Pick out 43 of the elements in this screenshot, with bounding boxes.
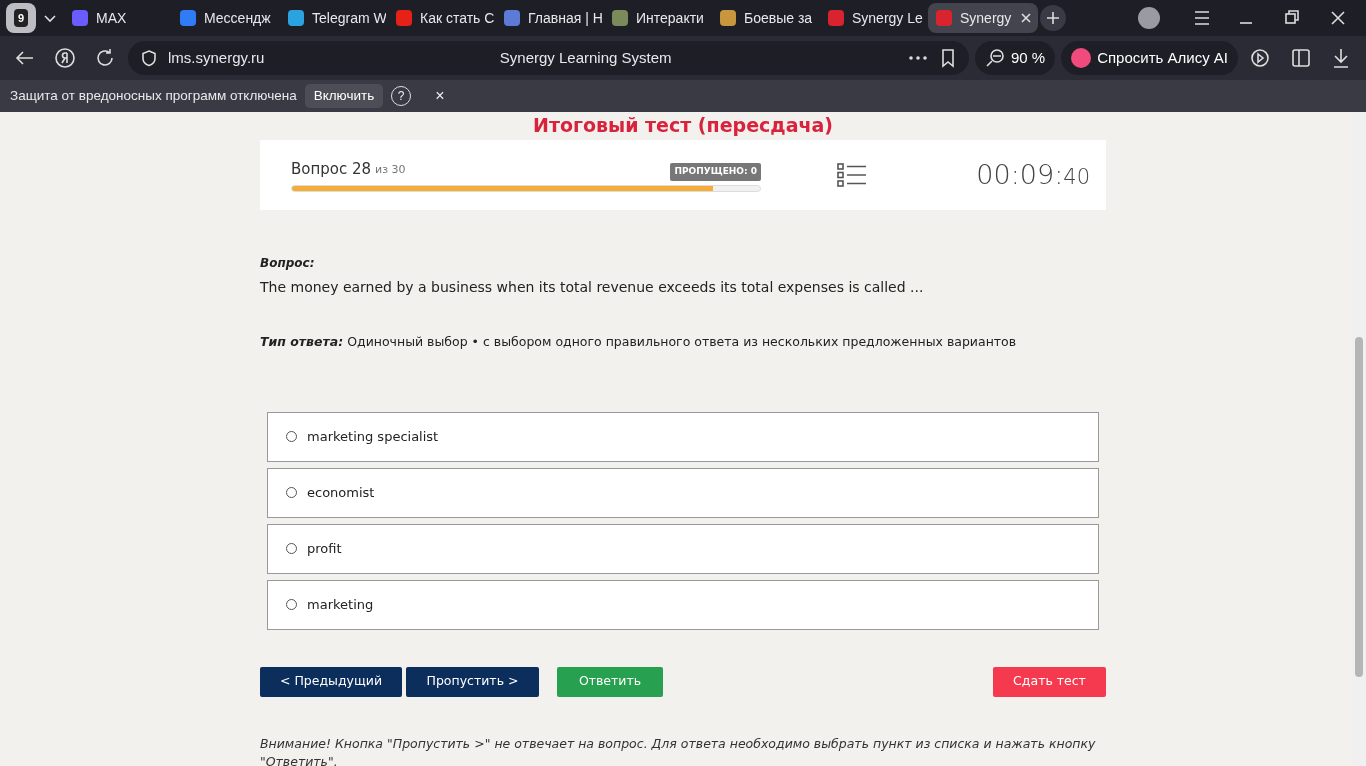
url-text[interactable]: lms.synergy.ru (168, 46, 265, 70)
profile-icon[interactable] (1138, 7, 1160, 29)
browser-tab[interactable]: Интеракти (604, 3, 710, 33)
zoom-button[interactable]: 90 % (974, 41, 1056, 75)
address-bar[interactable]: lms.synergy.ru Synergy Learning System (128, 41, 969, 75)
assistant-button[interactable]: Спросить Алису AI (1061, 41, 1238, 75)
assistant-icon (1071, 48, 1092, 68)
test-title: Итоговый тест (пересдача) (532, 113, 834, 138)
answer-option[interactable]: profit (267, 523, 1099, 574)
browser-tab[interactable]: Synergy (928, 3, 1038, 33)
question-total: из 30 (375, 162, 406, 179)
shield-icon (140, 49, 158, 67)
previous-button[interactable]: < Предыдущий (260, 666, 402, 697)
scrollbar-thumb[interactable] (1355, 337, 1363, 677)
enable-button[interactable]: Включить (304, 83, 384, 109)
answer-option[interactable]: marketing specialist (267, 411, 1099, 462)
browser-tab[interactable]: Мессендж (172, 3, 278, 33)
question-counter: Вопрос 28 (291, 159, 372, 181)
question-text: The money earned by a business when its total revenue exceeds its total expenses is called ... (260, 278, 925, 297)
browser-tab[interactable]: MAX (64, 3, 170, 33)
answer-type: Тип ответа: Одиночный выбор • с выбором одного правильного ответа из нескольких предложенных вариантов (260, 333, 1018, 351)
browser-tab[interactable]: Главная | Н (496, 3, 602, 33)
close-icon[interactable] (1019, 11, 1034, 25)
close-button[interactable]: × (429, 83, 451, 109)
browser-tab[interactable]: Synergy Le (820, 3, 926, 33)
list-icon[interactable] (837, 162, 867, 188)
answer-option[interactable]: economist (267, 467, 1099, 518)
plus-icon[interactable] (1046, 11, 1060, 25)
skipped-badge: ПРОПУЩЕНО: 0 (670, 163, 761, 181)
browser-tab[interactable]: Боевые за (712, 3, 818, 33)
browser-tab[interactable]: Telegram W (280, 3, 386, 33)
new-tab-button[interactable] (1040, 5, 1066, 31)
tab-counter[interactable]: 9 (6, 3, 36, 33)
answer-option[interactable]: marketing (267, 579, 1099, 630)
page-title: Synergy Learning System (499, 47, 672, 68)
notice-text: Внимание! Кнопка "Пропустить >" не отвечает на вопрос. Для ответа необходимо выбрать пункт из списка и нажать кнопку "Ответить". (260, 734, 1097, 766)
warning-message: Защита от вредоносных программ отключена (10, 86, 297, 105)
timer: 00:09:40 (976, 157, 1090, 192)
submit-test-button[interactable]: Сдать тест (993, 666, 1106, 697)
browser-tab[interactable]: Как стать С (388, 3, 494, 33)
zoom-out-icon (984, 48, 1005, 68)
question-label: Вопрос: (260, 255, 316, 272)
skip-button[interactable]: Пропустить > (406, 666, 539, 697)
